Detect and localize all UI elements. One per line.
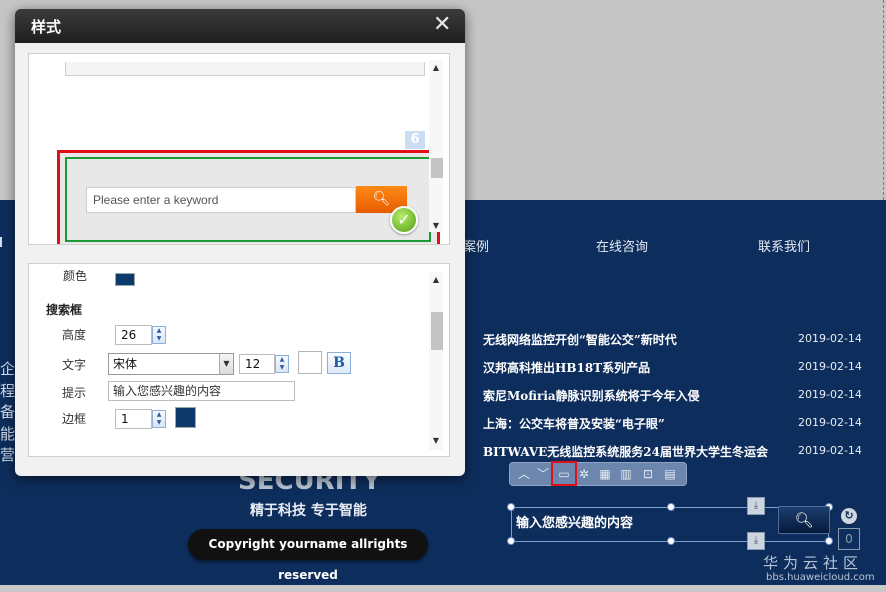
sample-search-input: Please enter a keyword <box>86 187 356 213</box>
height-stepper[interactable]: ▲ ▼ <box>152 326 166 344</box>
copyright-bar: Copyright yourname allrights reserved <box>188 529 428 582</box>
color-label: 颜色 <box>63 269 88 283</box>
scroll-thumb[interactable] <box>431 158 443 178</box>
chart-icon[interactable]: ▥ <box>618 466 634 482</box>
nav-item-cases[interactable]: 案例 <box>463 236 489 255</box>
border-stepper[interactable]: ▲ ▼ <box>152 410 166 428</box>
style-list-scrollbar[interactable]: ▲ ▼ <box>429 60 443 232</box>
gear-icon[interactable]: ✲ <box>576 466 592 482</box>
height-input[interactable]: 26 <box>115 325 152 345</box>
style-dialog: 样式 ✕ 6 Please enter a keyword 🔍︎ ✓ 7 ▲ ▼… <box>15 9 465 476</box>
color-swatch[interactable] <box>115 273 135 286</box>
search-icon: 🔍︎ <box>372 191 391 207</box>
news-date: 2019-02-14 <box>798 332 862 345</box>
news-title[interactable]: 汉邦高科推出HB18T系列产品 <box>483 359 650 376</box>
unlock-icon[interactable]: ⊡ <box>640 466 656 482</box>
watermark-url: bbs.huaweicloud.com <box>766 572 875 583</box>
properties-scrollbar[interactable]: ▲ ▼ <box>429 272 443 450</box>
height-label: 高度 <box>62 328 87 342</box>
download-icon[interactable]: ⤓ <box>747 532 765 550</box>
table-icon[interactable]: ▦ <box>597 466 613 482</box>
dialog-header <box>15 9 465 43</box>
resize-handle[interactable] <box>667 537 675 545</box>
search-button[interactable]: 🔍︎ <box>778 506 830 534</box>
style-list-panel: 6 Please enter a keyword 🔍︎ ✓ 7 ▲ ▼ <box>28 53 450 245</box>
properties-panel: 颜色 搜索框 高度 26 ▲ ▼ 文字 宋体 ▼ 12 ▲ ▼ B 提示 输入您感兴… <box>28 263 450 457</box>
scroll-up-icon[interactable]: ▲ <box>429 62 443 74</box>
resize-handle[interactable] <box>825 537 833 545</box>
style-option-previous[interactable] <box>65 62 425 76</box>
close-icon[interactable]: ✕ <box>433 14 451 36</box>
refresh-icon[interactable]: ↻ <box>841 508 857 524</box>
nav-item-contact[interactable]: 联系我们 <box>758 236 810 255</box>
font-family-select[interactable]: 宋体 ▼ <box>108 353 234 375</box>
checkmark-icon: ✓ <box>390 206 418 234</box>
style-index-badge: 6 <box>405 131 425 149</box>
resize-handle[interactable] <box>507 503 515 511</box>
news-date: 2019-02-14 <box>798 416 862 429</box>
font-size-stepper[interactable]: ▲ ▼ <box>275 355 289 373</box>
element-toolbar: ︿ ﹀ ▭ ✲ ▦ ▥ ⊡ ▤ <box>509 462 687 486</box>
highlighted-tool-marker <box>551 461 577 486</box>
canvas-guide-line <box>883 0 884 200</box>
news-title[interactable]: 索尼Mofiria静脉识别系统将于今年入侵 <box>483 387 700 404</box>
scroll-thumb[interactable] <box>431 312 443 350</box>
chevron-down-icon[interactable]: ﹀ <box>535 466 551 482</box>
download-icon[interactable]: ⤓ <box>747 497 765 515</box>
watermark-name: 华为云社区 <box>763 554 864 572</box>
hint-input[interactable]: 输入您感兴趣的内容 <box>108 381 295 401</box>
font-family-value: 宋体 <box>108 353 234 375</box>
dropdown-arrow-icon[interactable]: ▼ <box>219 354 233 374</box>
search-placeholder[interactable]: 输入您感兴趣的内容 <box>516 512 633 531</box>
left-text-fragment: 程 <box>0 382 16 400</box>
news-date: 2019-02-14 <box>798 388 862 401</box>
nav-item-consult[interactable]: 在线咨询 <box>596 236 648 255</box>
canvas-bottom-strip <box>0 585 886 592</box>
nav-edge-marker <box>0 237 2 247</box>
resize-handle[interactable] <box>507 537 515 545</box>
left-text-fragment: 营 <box>0 446 16 464</box>
border-input[interactable]: 1 <box>115 409 152 429</box>
chevron-up-icon[interactable]: ︿ <box>516 466 532 482</box>
news-title[interactable]: BITWAVE无线监控系统服务24届世界大学生冬运会 <box>483 443 768 460</box>
news-title[interactable]: 无线网络监控开创“智能公交”新时代 <box>483 331 677 348</box>
text-color-swatch[interactable] <box>298 351 322 374</box>
scroll-down-icon[interactable]: ▼ <box>429 435 443 447</box>
counter-badge: 0 <box>838 528 860 550</box>
font-size-input[interactable]: 12 <box>239 354 275 374</box>
hint-label: 提示 <box>62 386 87 400</box>
scroll-down-icon[interactable]: ▼ <box>429 220 443 232</box>
border-color-swatch[interactable] <box>175 407 196 428</box>
left-text-fragment: 企 <box>0 360 16 378</box>
left-text-fragment: 能 <box>0 425 16 443</box>
news-title[interactable]: 上海：公交车将普及安装“电子眼” <box>483 415 665 432</box>
resize-handle[interactable] <box>667 503 675 511</box>
group-search-label: 搜索框 <box>46 303 83 317</box>
scroll-up-icon[interactable]: ▲ <box>429 274 443 286</box>
left-text-fragment: 备 <box>0 403 16 421</box>
border-label: 边框 <box>62 412 87 426</box>
news-date: 2019-02-14 <box>798 360 862 373</box>
trash-icon[interactable]: ▤ <box>662 466 678 482</box>
search-icon: 🔍︎ <box>794 511 814 529</box>
text-label: 文字 <box>62 358 87 372</box>
slogan: 精于科技 专于智能 <box>250 503 367 519</box>
dialog-title: 样式 <box>31 18 62 36</box>
bold-button[interactable]: B <box>327 352 351 374</box>
news-date: 2019-02-14 <box>798 444 862 457</box>
